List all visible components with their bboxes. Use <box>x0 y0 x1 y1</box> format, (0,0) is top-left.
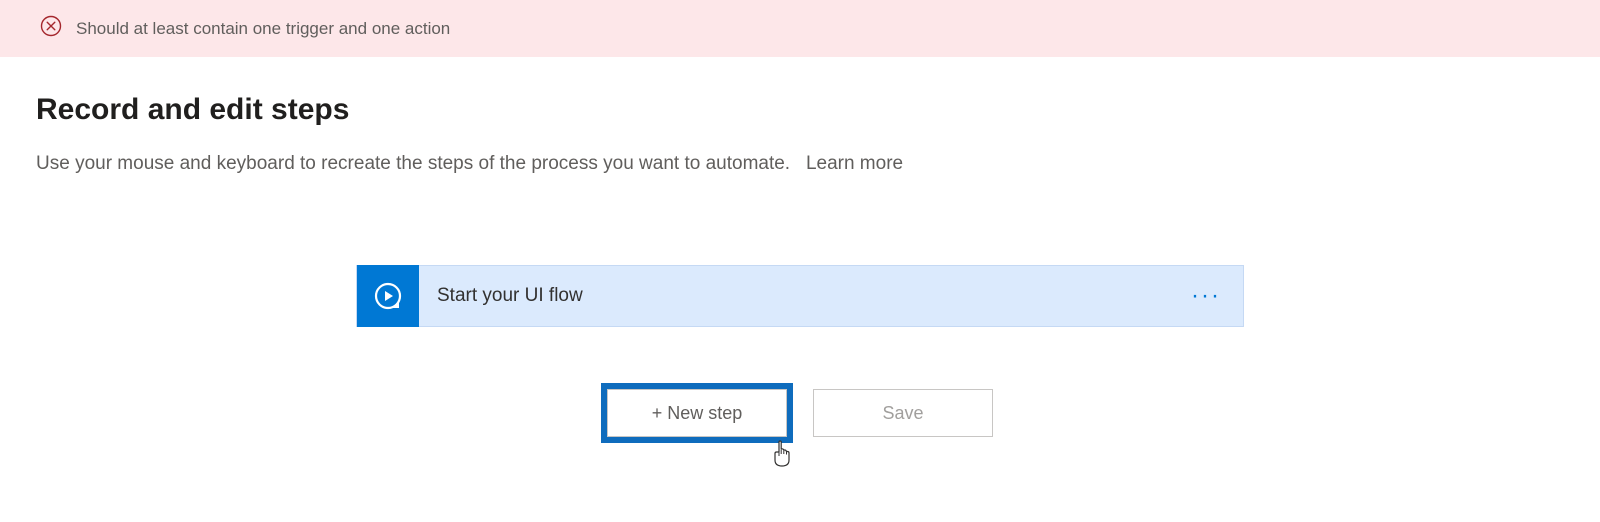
mouse-cursor-icon <box>770 440 794 470</box>
error-banner: Should at least contain one trigger and … <box>0 0 1600 57</box>
flow-canvas: Start your UI flow ··· + New step Save <box>36 265 1564 437</box>
more-menu-button[interactable]: ··· <box>1191 284 1243 308</box>
error-message: Should at least contain one trigger and … <box>76 19 450 39</box>
action-buttons-row: + New step Save <box>607 389 993 437</box>
learn-more-link[interactable]: Learn more <box>806 153 903 174</box>
play-loop-icon <box>357 265 419 327</box>
save-button[interactable]: Save <box>813 389 993 437</box>
flow-start-label: Start your UI flow <box>419 285 1191 307</box>
flow-start-card[interactable]: Start your UI flow ··· <box>356 265 1244 327</box>
page-description-text: Use your mouse and keyboard to recreate … <box>36 153 790 174</box>
error-icon <box>40 15 62 42</box>
page-title: Record and edit steps <box>36 93 1564 127</box>
new-step-button[interactable]: + New step <box>607 389 787 437</box>
page-content: Record and edit steps Use your mouse and… <box>0 57 1600 437</box>
page-description: Use your mouse and keyboard to recreate … <box>36 153 1564 175</box>
